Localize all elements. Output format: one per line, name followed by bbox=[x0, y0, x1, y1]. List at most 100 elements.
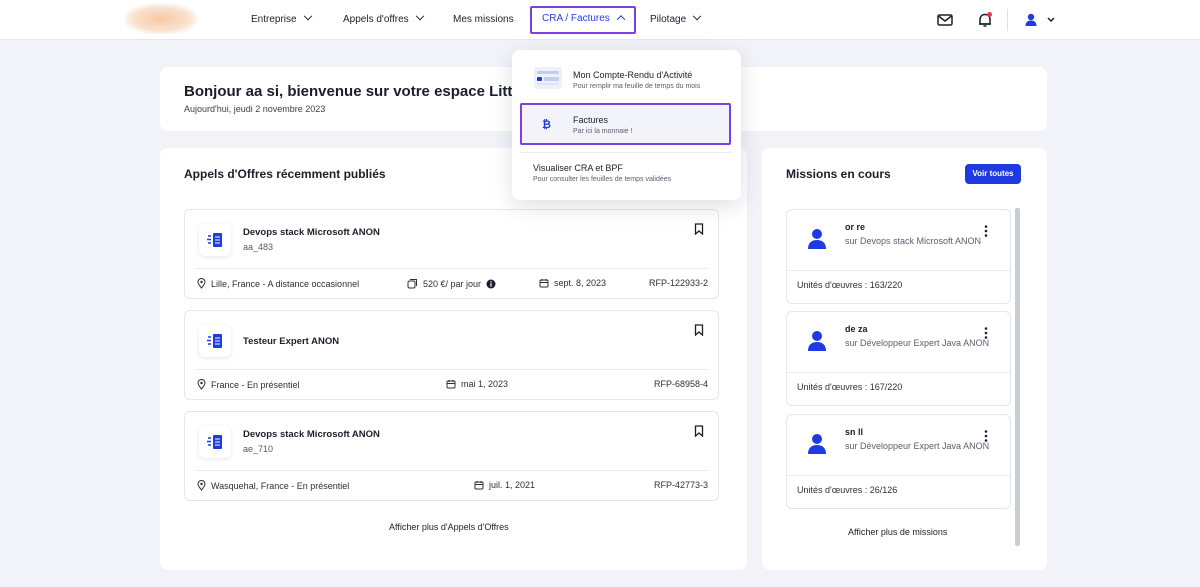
missions-card: Missions en cours Voir toutes or re sur … bbox=[762, 148, 1047, 570]
chevron-down-icon bbox=[303, 11, 312, 21]
calendar-icon bbox=[474, 481, 484, 490]
nav-entreprise-label: Entreprise bbox=[251, 14, 297, 25]
dropdown-item-subtitle: Pour consulter les feuilles de temps val… bbox=[533, 176, 672, 183]
nav-mes-missions[interactable]: Mes missions bbox=[453, 7, 514, 33]
more-missions-link[interactable]: Afficher plus de missions bbox=[848, 527, 947, 537]
nav-appels-offres[interactable]: Appels d'offres bbox=[343, 7, 424, 33]
offer-date-text: sept. 8, 2023 bbox=[554, 278, 607, 288]
welcome-date: Aujourd'hui, jeudi 2 novembre 2023 bbox=[184, 104, 326, 114]
see-all-missions-button[interactable]: Voir toutes bbox=[965, 164, 1021, 184]
divider bbox=[195, 369, 708, 370]
chevron-down-icon bbox=[415, 11, 424, 21]
missions-title: Missions en cours bbox=[786, 167, 891, 181]
nav-appels-offres-label: Appels d'offres bbox=[343, 14, 409, 25]
svg-text:₿: ₿ bbox=[542, 118, 551, 131]
chevron-down-icon bbox=[692, 11, 702, 21]
nav-pilotage-label: Pilotage bbox=[650, 14, 687, 25]
mission-card[interactable]: sn ll sur Développeur Expert Java ANON U… bbox=[786, 414, 1011, 509]
bookmark-icon[interactable] bbox=[694, 323, 704, 337]
mission-card[interactable]: or re sur Devops stack Microsoft ANON Un… bbox=[786, 209, 1011, 304]
document-icon bbox=[199, 224, 231, 256]
offer-location: Wasquehal, France - En présentiel bbox=[197, 480, 349, 491]
mail-icon[interactable] bbox=[936, 11, 954, 29]
divider bbox=[787, 270, 1010, 271]
nav-divider bbox=[1007, 9, 1008, 31]
divider bbox=[787, 475, 1010, 476]
mission-units: Unités d'œuvres : 167/220 bbox=[797, 382, 903, 392]
location-pin-icon bbox=[197, 480, 206, 491]
divider bbox=[195, 268, 708, 269]
offers-title: Appels d'Offres récemment publiés bbox=[184, 167, 386, 181]
dropdown-item-title: Factures bbox=[573, 115, 609, 125]
recent-offers-card: Appels d'Offres récemment publiés Devops… bbox=[160, 148, 747, 570]
nav-mes-missions-label: Mes missions bbox=[453, 14, 514, 25]
timesheet-icon bbox=[534, 67, 562, 94]
document-icon bbox=[199, 325, 231, 357]
more-options-icon[interactable] bbox=[984, 429, 988, 443]
location-pin-icon bbox=[197, 379, 206, 390]
dropdown-divider bbox=[520, 152, 733, 153]
more-options-icon[interactable] bbox=[984, 224, 988, 238]
company-logo[interactable] bbox=[125, 4, 197, 34]
more-options-icon[interactable] bbox=[984, 326, 988, 340]
info-icon[interactable] bbox=[486, 279, 496, 289]
mission-consultant-name: sn ll bbox=[845, 427, 864, 437]
nav-cra-factures-label: CRA / Factures bbox=[542, 13, 610, 24]
offer-reference: RFP-68958-4 bbox=[653, 379, 708, 389]
mission-subtitle: sur Devops stack Microsoft ANON bbox=[845, 236, 982, 246]
mission-card[interactable]: de za sur Développeur Expert Java ANON U… bbox=[786, 311, 1011, 406]
offer-subtitle: ae_710 bbox=[243, 444, 274, 454]
offer-location-text: Lille, France - A distance occasionnel bbox=[211, 278, 360, 289]
user-avatar-icon bbox=[807, 433, 827, 455]
mission-subtitle: sur Développeur Expert Java ANON bbox=[845, 338, 990, 348]
nav-pilotage[interactable]: Pilotage bbox=[650, 7, 702, 33]
offer-location-text: Wasquehal, France - En présentiel bbox=[211, 480, 350, 491]
chevron-up-icon bbox=[616, 15, 626, 24]
offer-date-text: juil. 1, 2021 bbox=[489, 480, 536, 490]
calendar-icon bbox=[446, 380, 456, 389]
offer-title: Devops stack Microsoft ANON bbox=[243, 227, 380, 238]
missions-scrollbar[interactable] bbox=[1015, 208, 1020, 546]
divider bbox=[195, 470, 708, 471]
offer-rate: 520 €/ par jour bbox=[407, 278, 496, 289]
offer-title: Testeur Expert ANON bbox=[243, 336, 340, 347]
offer-card[interactable]: Devops stack Microsoft ANON aa_483 Lille… bbox=[184, 209, 719, 299]
dropdown-item-factures[interactable]: ₿ Factures Par ici la monnaie ! bbox=[512, 103, 741, 145]
more-offers-link[interactable]: Afficher plus d'Appels d'Offres bbox=[389, 522, 509, 532]
coins-icon bbox=[407, 279, 417, 289]
offer-date: juil. 1, 2021 bbox=[474, 480, 535, 490]
bookmark-icon[interactable] bbox=[694, 222, 704, 236]
offer-reference: RFP-122933-2 bbox=[648, 278, 708, 288]
mission-consultant-name: or re bbox=[845, 222, 866, 232]
user-menu[interactable] bbox=[1022, 11, 1055, 29]
offer-date-text: mai 1, 2023 bbox=[461, 379, 509, 389]
dropdown-item-compte-rendu[interactable]: Mon Compte-Rendu d'Activité Pour remplir… bbox=[512, 62, 741, 100]
offer-subtitle: aa_483 bbox=[243, 242, 274, 252]
offer-location-text: France - En présentiel bbox=[211, 379, 300, 390]
mission-consultant-name: de za bbox=[845, 324, 868, 334]
offer-title: Devops stack Microsoft ANON bbox=[243, 429, 380, 440]
nav-entreprise[interactable]: Entreprise bbox=[251, 7, 312, 33]
mission-units: Unités d'œuvres : 163/220 bbox=[797, 280, 903, 290]
bookmark-icon[interactable] bbox=[694, 424, 704, 438]
nav-cra-factures[interactable]: CRA / Factures bbox=[530, 6, 636, 34]
cra-factures-dropdown: Mon Compte-Rendu d'Activité Pour remplir… bbox=[512, 50, 741, 200]
divider bbox=[787, 372, 1010, 373]
mission-units: Unités d'œuvres : 26/126 bbox=[797, 485, 898, 495]
mission-subtitle: sur Développeur Expert Java ANON bbox=[845, 441, 990, 451]
offer-date: sept. 8, 2023 bbox=[539, 278, 606, 288]
offer-rate-text: 520 €/ par jour bbox=[423, 278, 482, 289]
user-avatar-icon bbox=[807, 228, 827, 250]
location-pin-icon bbox=[197, 278, 206, 289]
bell-icon[interactable] bbox=[976, 11, 994, 29]
offer-card[interactable]: Testeur Expert ANON France - En présenti… bbox=[184, 310, 719, 400]
dropdown-item-visualiser[interactable]: Visualiser CRA et BPF Pour consulter les… bbox=[512, 158, 741, 194]
offer-location: France - En présentiel bbox=[197, 379, 300, 390]
document-icon bbox=[199, 426, 231, 458]
dropdown-item-title: Mon Compte-Rendu d'Activité bbox=[573, 70, 693, 80]
offer-date: mai 1, 2023 bbox=[446, 379, 508, 389]
offer-reference: RFP-42773-3 bbox=[653, 480, 708, 490]
welcome-title: Bonjour aa si, bienvenue sur votre espac… bbox=[184, 83, 525, 100]
offer-card[interactable]: Devops stack Microsoft ANON ae_710 Wasqu… bbox=[184, 411, 719, 501]
dropdown-item-subtitle: Pour remplir ma feuille de temps du mois bbox=[573, 83, 701, 90]
